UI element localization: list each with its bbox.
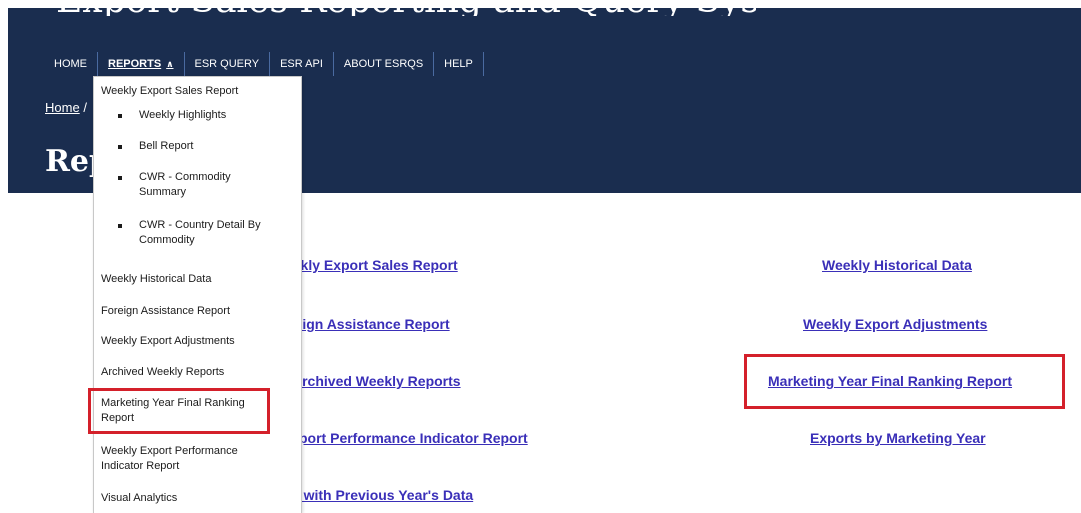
dd-weekly-historical-data[interactable]: Weekly Historical Data — [101, 272, 211, 287]
top-edge — [0, 0, 1081, 8]
nav-help[interactable]: HELP — [434, 52, 483, 76]
bullet-icon — [118, 224, 122, 228]
dd-foreign-assistance-report[interactable]: Foreign Assistance Report — [101, 304, 230, 319]
dd-cwr-country-detail[interactable]: CWR - Country Detail By Commodity — [139, 218, 279, 248]
dd-weekly-export-adjustments[interactable]: Weekly Export Adjustments — [101, 334, 235, 349]
highlight-box-right — [744, 354, 1065, 409]
dd-visual-analytics[interactable]: Visual Analytics — [101, 491, 177, 506]
dd-weekly-export-performance-indicator[interactable]: Weekly Export Performance Indicator Repo… — [101, 444, 266, 474]
dd-cwr-commodity-summary[interactable]: CWR - Commodity Summary — [139, 170, 274, 200]
dd-weekly-export-sales-report[interactable]: Weekly Export Sales Report — [101, 84, 238, 99]
nav-divider — [482, 52, 484, 76]
chevron-up-icon: ∧ — [166, 58, 174, 69]
dd-weekly-highlights[interactable]: Weekly Highlights — [139, 108, 289, 123]
breadcrumb: Home / — [45, 100, 87, 115]
dd-bell-report[interactable]: Bell Report — [139, 139, 289, 154]
main-nav: HOME REPORTS ∧ ESR QUERY ESR API ABOUT E… — [44, 52, 484, 76]
bullet-icon — [118, 176, 122, 180]
nav-home[interactable]: HOME — [44, 52, 97, 76]
link-weekly-historical-data[interactable]: Weekly Historical Data — [822, 257, 972, 273]
bullet-icon — [118, 145, 122, 149]
nav-about-esrqs[interactable]: ABOUT ESRQS — [334, 52, 433, 76]
breadcrumb-separator: / — [83, 100, 87, 115]
link-weekly-export-adjustments[interactable]: Weekly Export Adjustments — [803, 316, 987, 332]
nav-reports[interactable]: REPORTS ∧ — [98, 52, 184, 76]
breadcrumb-home-link[interactable]: Home — [45, 100, 80, 115]
nav-esr-api[interactable]: ESR API — [270, 52, 333, 76]
dd-archived-weekly-reports[interactable]: Archived Weekly Reports — [101, 365, 224, 380]
link-archived-weekly-reports[interactable]: Archived Weekly Reports — [292, 373, 461, 389]
nav-reports-label: REPORTS — [108, 58, 162, 70]
nav-esr-query[interactable]: ESR QUERY — [185, 52, 270, 76]
highlight-box-dropdown — [88, 388, 270, 434]
link-exports-by-marketing-year[interactable]: Exports by Marketing Year — [810, 430, 986, 446]
reports-dropdown-menu: Weekly Export Sales Report Weekly Highli… — [93, 76, 302, 513]
bullet-icon — [118, 114, 122, 118]
